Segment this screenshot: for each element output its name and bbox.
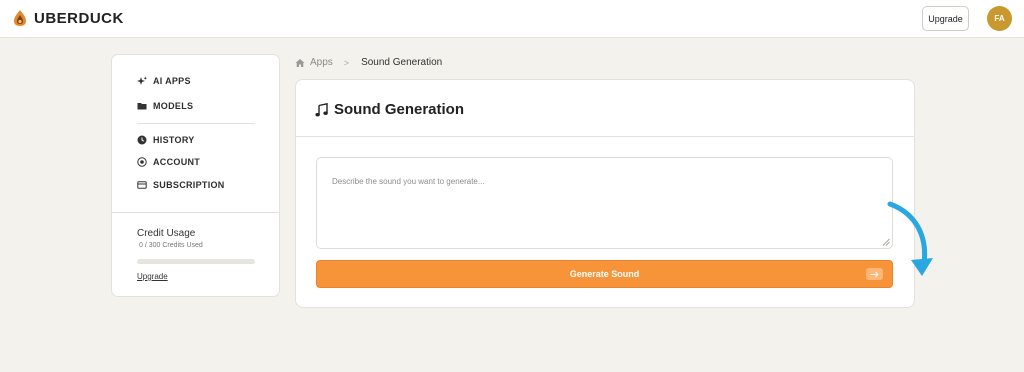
sidebar-divider bbox=[137, 123, 255, 124]
credit-progress-bar bbox=[137, 259, 255, 264]
music-note-icon bbox=[315, 102, 328, 116]
sidebar-item-label: MODELS bbox=[153, 101, 194, 111]
brand-name: UBERDUCK bbox=[34, 9, 124, 27]
sidebar-item-models[interactable]: MODELS bbox=[137, 101, 193, 111]
account-icon bbox=[137, 157, 147, 167]
sidebar-divider bbox=[112, 212, 279, 213]
sound-prompt-input[interactable] bbox=[316, 157, 893, 249]
sidebar-item-account[interactable]: ACCOUNT bbox=[137, 157, 200, 167]
annotation-arrow-icon bbox=[887, 201, 933, 276]
sidebar: AI APPS MODELS HISTORY ACCOUNT SUBSCRIPT… bbox=[111, 54, 280, 297]
generate-sound-label: Generate Sound bbox=[569, 269, 640, 279]
credit-usage-title: Credit Usage bbox=[137, 228, 196, 239]
generate-sound-button[interactable]: Generate Sound bbox=[316, 260, 893, 288]
folder-icon bbox=[137, 103, 147, 110]
page-title: Sound Generation bbox=[334, 101, 465, 118]
sidebar-item-history[interactable]: HISTORY bbox=[137, 135, 195, 145]
uberduck-logo-icon bbox=[14, 10, 26, 26]
top-bar: UBERDUCK Upgrade FA bbox=[0, 0, 1024, 38]
breadcrumb: Apps > Sound Generation bbox=[295, 57, 442, 68]
credit-usage-count: 0 / 300 Credits Used bbox=[139, 242, 203, 249]
sidebar-item-label: SUBSCRIPTION bbox=[153, 180, 225, 190]
sidebar-item-label: ACCOUNT bbox=[153, 157, 201, 167]
avatar[interactable]: FA bbox=[987, 6, 1012, 31]
sound-generation-card: Sound Generation Generate Sound bbox=[295, 79, 915, 308]
upgrade-button[interactable]: Upgrade bbox=[922, 6, 969, 31]
card-icon bbox=[137, 181, 147, 189]
breadcrumb-apps-link[interactable]: Apps bbox=[310, 57, 333, 68]
page-title-group: Sound Generation bbox=[315, 101, 464, 118]
card-header: Sound Generation bbox=[296, 80, 914, 137]
brand[interactable]: UBERDUCK bbox=[12, 9, 124, 27]
sidebar-item-ai-apps[interactable]: AI APPS bbox=[137, 76, 191, 86]
sparkle-icon bbox=[137, 76, 147, 85]
clock-icon bbox=[137, 135, 147, 145]
sidebar-item-label: HISTORY bbox=[153, 135, 195, 145]
breadcrumb-separator: > bbox=[343, 57, 350, 68]
breadcrumb-current: Sound Generation bbox=[361, 57, 443, 68]
upgrade-link[interactable]: Upgrade bbox=[137, 272, 168, 281]
sidebar-item-subscription[interactable]: SUBSCRIPTION bbox=[137, 180, 225, 190]
sidebar-item-label: AI APPS bbox=[153, 76, 191, 86]
home-icon[interactable] bbox=[295, 58, 305, 68]
